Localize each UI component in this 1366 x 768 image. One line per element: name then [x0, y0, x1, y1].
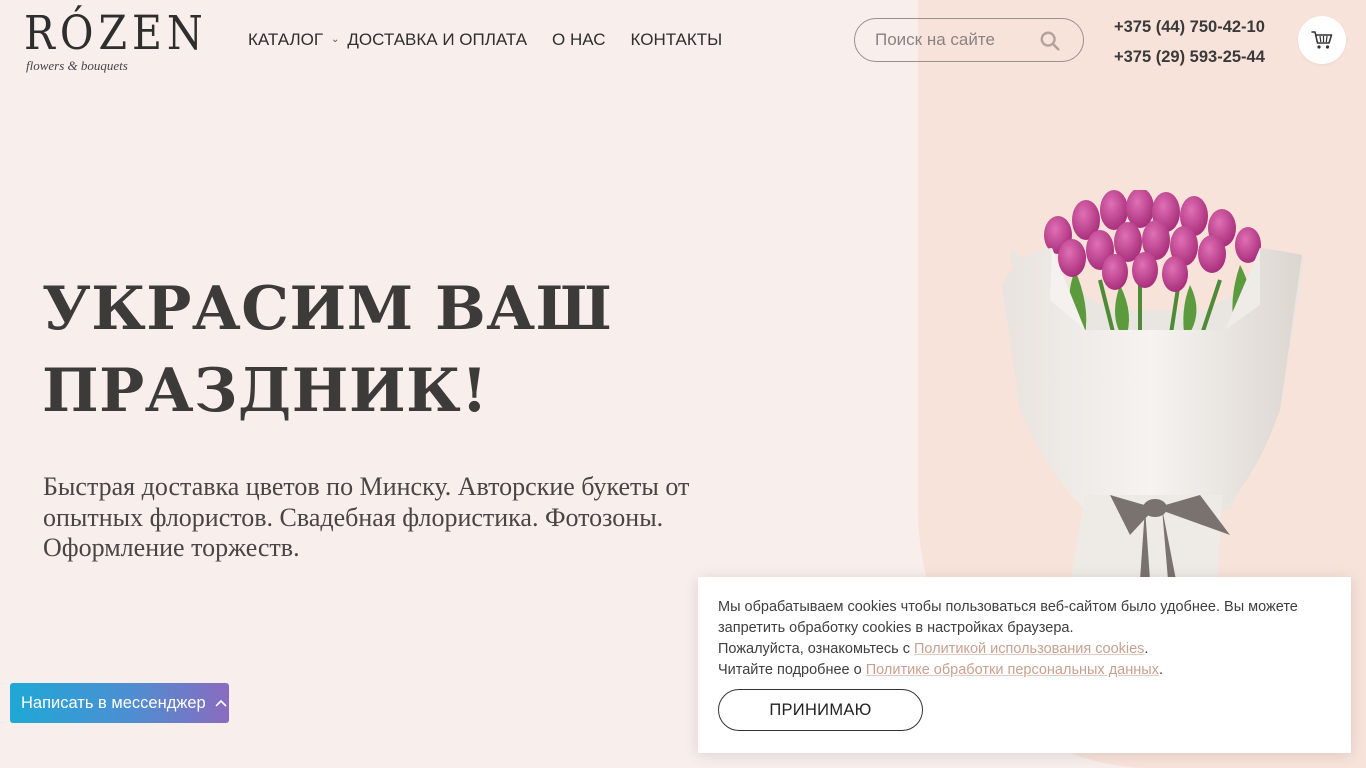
chevron-down-icon: ⌄ [331, 34, 340, 45]
privacy-policy-link[interactable]: Политике обработки персональных данных [866, 662, 1159, 678]
cart-button[interactable] [1298, 16, 1346, 64]
search-icon[interactable] [1039, 30, 1061, 52]
messenger-label: Написать в мессенджер [21, 693, 206, 712]
cart-icon [1311, 31, 1333, 49]
messenger-widget-button[interactable]: Написать в мессенджер [10, 683, 229, 723]
nav-item-contacts[interactable]: КОНТАКТЫ [631, 28, 723, 52]
chevron-up-icon [215, 699, 227, 707]
nav-item-delivery[interactable]: ДОСТАВКА И ОПЛАТА [347, 28, 527, 52]
main-nav: КАТАЛОГ ⌄ ДОСТАВКА И ОПЛАТА О НАС КОНТАК… [248, 28, 722, 52]
cookie-text-period: . [1144, 641, 1149, 657]
nav-item-label: КАТАЛОГ [248, 30, 324, 49]
hero-title: УКРАСИМ ВАШ ПРАЗДНИК! [42, 268, 682, 432]
accept-cookies-button[interactable]: ПРИНИМАЮ [718, 689, 923, 731]
hero-title-line-2: ПРАЗДНИК! [42, 356, 489, 426]
bouquet-image [1002, 190, 1305, 580]
phone-list: +375 (44) 750-42-10 +375 (29) 593-25-44 [1114, 12, 1265, 72]
nav-item-about[interactable]: О НАС [552, 28, 605, 52]
phone-link-1[interactable]: +375 (44) 750-42-10 [1114, 12, 1265, 42]
search-input[interactable] [855, 30, 1035, 50]
cookie-text-privacy: Читайте подробнее о Политике обработки п… [718, 660, 1331, 681]
cookie-text-main: Мы обрабатываем cookies чтобы пользовать… [718, 599, 1298, 636]
cookie-text-period: . [1158, 662, 1163, 678]
cookie-text-policy: Пожалуйста, ознакомьтесь с Политикой исп… [718, 639, 1331, 660]
hero-subtitle: Быстрая доставка цветов по Минску. Автор… [43, 472, 690, 562]
logo-wordmark: RÓZEN [24, 5, 208, 61]
search-box [854, 18, 1084, 62]
logo[interactable]: RÓZEN flowers & bouquets [24, 4, 208, 76]
logo-tagline: flowers & bouquets [26, 58, 128, 73]
cookie-text-prefix: Пожалуйста, ознакомьтесь с [718, 641, 914, 657]
cookie-policy-link[interactable]: Политикой использования cookies [914, 641, 1144, 657]
hero-title-line-1: УКРАСИМ ВАШ [42, 274, 613, 344]
cookie-text-prefix: Читайте подробнее о [718, 662, 866, 678]
phone-link-2[interactable]: +375 (29) 593-25-44 [1114, 42, 1265, 72]
cookie-consent-panel: Мы обрабатываем cookies чтобы пользовать… [698, 577, 1351, 753]
nav-item-catalog[interactable]: КАТАЛОГ ⌄ [248, 28, 339, 52]
